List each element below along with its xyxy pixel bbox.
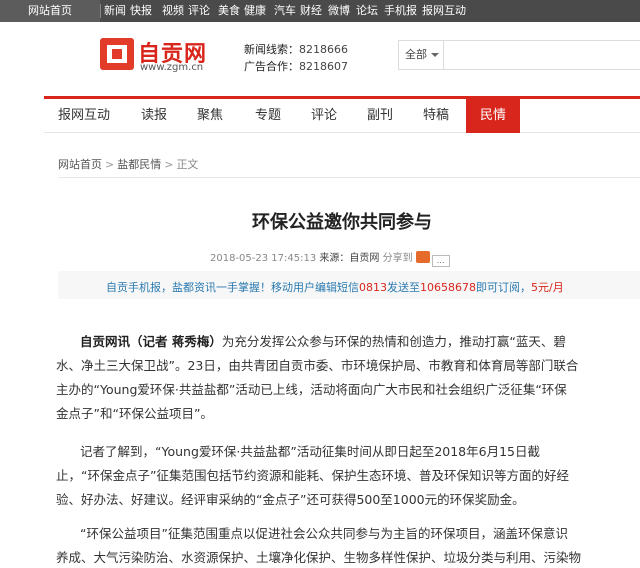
more-icon[interactable]: ... (431, 255, 450, 267)
topbar-link-mobile[interactable]: 手机报 (384, 0, 417, 22)
share-weibo-icon[interactable] (415, 251, 430, 263)
subscribe-notice-text: 自贡手机报，盐都资讯一手掌握！移动用户编辑短信0813发送至10658678即可… (106, 279, 564, 295)
breadcrumb-home[interactable]: 网站首页 (58, 158, 102, 171)
topbar-link-flash[interactable]: 快报 (130, 0, 152, 22)
breadcrumb-section[interactable]: 盐都民情 (117, 158, 161, 171)
nav-item-supplement[interactable]: 副刊 (354, 99, 406, 133)
notice-number: 10658678 (420, 281, 476, 294)
ad-hotline-number: 8218607 (299, 60, 348, 73)
main-nav: 报网互动 读报 聚焦 专题 评论 副刊 特稿 民情 (44, 99, 640, 133)
notice-price: 5元/月 (531, 281, 564, 294)
nav-item-focus[interactable]: 聚焦 (184, 99, 236, 133)
topbar-link-weibo[interactable]: 微博 (328, 0, 350, 22)
topbar-link-health[interactable]: 健康 (244, 0, 266, 22)
paragraph-line: 验、好办法、好建议。经评审采纳的“金点子”还可获得500至1000元的环保奖励金… (56, 492, 525, 507)
paragraph-line: 水、净土三大保卫战”。23日，由共青团自贡市委、市环境保护局、市教育和体育局等部… (56, 358, 579, 373)
caret-down-icon[interactable] (431, 53, 439, 57)
notice-part1: 自贡手机报，盐都资讯一手掌握！移动用户编辑短信 (106, 281, 359, 294)
notice-part2: 发送至 (387, 281, 420, 294)
ad-hotline-label: 广告合作： (244, 60, 299, 73)
top-bar: 网站首页 新闻 快报 视频 评论 美食 健康 汽车 财经 微博 论坛 手机报 报… (0, 0, 640, 22)
topbar-link-auto[interactable]: 汽车 (274, 0, 296, 22)
nav-item-special[interactable]: 专题 (242, 99, 294, 133)
paragraph-line: 主办的“Young爱环保·共益盐都”活动已上线，活动将面向广大市民和社会组织广泛… (56, 382, 567, 397)
nav-item-feature[interactable]: 特稿 (410, 99, 462, 133)
topbar-link-food[interactable]: 美食 (218, 0, 240, 22)
nav-item-opinion[interactable]: 评论 (298, 99, 350, 133)
article-meta: 2018-05-23 17:45:13 来源：自贡网 分享到... (210, 249, 450, 267)
breadcrumb-separator: > (164, 158, 174, 171)
paragraph-line: 金点子”和“环保公益项目”。 (56, 406, 213, 421)
ad-hotline: 广告合作：8218607 (244, 58, 348, 74)
share-label: 分享到 (382, 253, 413, 264)
breadcrumb: 网站首页 > 盐都民情 > 正文 (58, 156, 198, 172)
zgm-logo-icon (100, 38, 134, 70)
topbar-link-news[interactable]: 新闻 (104, 0, 126, 22)
notice-code: 0813 (359, 281, 387, 294)
paragraph-line: 自贡网讯（记者 蒋秀梅）为充分发挥公众参与环保的热情和创造力，推动打赢“蓝天、碧 (56, 330, 640, 354)
article-source: 来源：自贡网 (319, 253, 380, 264)
news-hotline-label: 新闻线索： (244, 43, 299, 56)
article-paragraph-3: “环保公益项目”征集范围重点以促进社会公众共同参与为主旨的环保项目，涵盖环保意识… (56, 522, 640, 568)
article-datetime: 2018-05-23 17:45:13 (210, 253, 317, 264)
nav-item-public[interactable]: 民情 (466, 99, 520, 133)
topbar-link-opinion[interactable]: 评论 (188, 0, 210, 22)
paragraph-line: 记者了解到，“Young爱环保·共益盐都”活动征集时间从即日起至2018年6月1… (80, 444, 540, 459)
breadcrumb-separator: > (105, 158, 115, 171)
subscribe-notice: 自贡手机报，盐都资讯一手掌握！移动用户编辑短信0813发送至10658678即可… (58, 271, 640, 299)
topbar-link-interactive[interactable]: 报网互动 (422, 0, 466, 22)
paragraph-text: 为充分发挥公众参与环保的热情和创造力，推动打赢“蓝天、碧 (221, 334, 566, 349)
topbar-link-video[interactable]: 视频 (162, 0, 184, 22)
topbar-link-finance[interactable]: 财经 (300, 0, 322, 22)
article-paragraph-2: 记者了解到，“Young爱环保·共益盐都”活动征集时间从即日起至2018年6月1… (56, 440, 640, 512)
news-hotline-number: 8218666 (299, 43, 348, 56)
search-box: 全部 (398, 40, 640, 70)
breadcrumb-divider (58, 177, 640, 178)
news-hotline: 新闻线索：8218666 (244, 41, 348, 57)
topbar-link-forum[interactable]: 论坛 (356, 0, 378, 22)
search-scope-select[interactable]: 全部 (405, 41, 427, 69)
breadcrumb-current: 正文 (176, 158, 199, 171)
article-lead: 自贡网讯（记者 蒋秀梅） (80, 334, 222, 349)
nav-item-interactive[interactable]: 报网互动 (48, 99, 120, 133)
site-logo[interactable]: 自贡网 www.zgm.cn (100, 36, 210, 76)
article-paragraph-1: 自贡网讯（记者 蒋秀梅）为充分发挥公众参与环保的热情和创造力，推动打赢“蓝天、碧… (56, 330, 640, 426)
paragraph-line: 养成、大气污染防治、水资源保护、土壤净化保护、生物多样性保护、垃圾分类与利用、污… (56, 550, 582, 565)
logo-url: www.zgm.cn (140, 62, 204, 73)
topbar-divider (100, 4, 101, 18)
topbar-home-link[interactable]: 网站首页 (0, 0, 100, 22)
search-input[interactable] (443, 41, 640, 69)
notice-part3: 即可订阅， (476, 281, 531, 294)
article-title: 环保公益邀你共同参与 (252, 212, 432, 233)
paragraph-line: “环保公益项目”征集范围重点以促进社会公众共同参与为主旨的环保项目，涵盖环保意识 (80, 526, 568, 541)
nav-item-read-paper[interactable]: 读报 (128, 99, 180, 133)
paragraph-line: 止，“环保金点子”征集范围包括节约资源和能耗、保护生态环境、普及环保知识等方面的… (56, 468, 569, 483)
